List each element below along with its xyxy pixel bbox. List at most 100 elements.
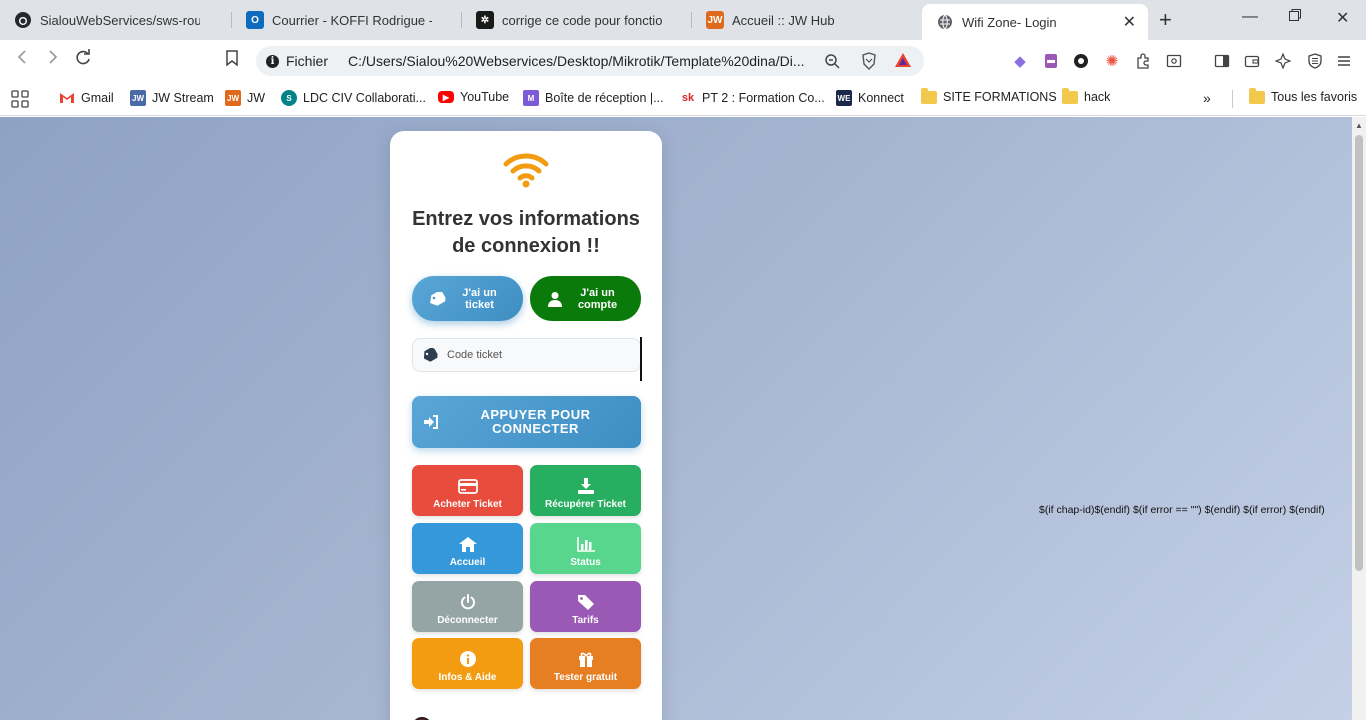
tab-strip: SialouWebServices/sws-routeros- O Courri… xyxy=(0,0,1366,40)
bar-chart-icon xyxy=(576,535,595,553)
more-bookmarks-icon[interactable]: » xyxy=(1203,90,1211,106)
sharepoint-icon: S xyxy=(281,90,297,106)
bookmark-youtube[interactable]: ▶ YouTube xyxy=(438,90,509,104)
buy-ticket-label: Acheter Ticket xyxy=(433,499,502,510)
ticket-mode-button[interactable]: J'ai un ticket xyxy=(412,276,523,321)
extensions-puzzle-icon[interactable] xyxy=(1134,52,1152,70)
page-viewport: Entrez vos informations de connexion !! … xyxy=(0,117,1352,720)
recover-ticket-button[interactable]: Récupérer Ticket xyxy=(530,465,641,516)
restore-button[interactable] xyxy=(1288,8,1302,22)
bookmark-formation[interactable]: sk PT 2 : Formation Co... xyxy=(680,90,825,106)
ticket-mode-label: J'ai un ticket xyxy=(462,286,497,311)
ticket-code-input[interactable] xyxy=(447,349,627,361)
tab-jw-hub[interactable]: JW Accueil :: JW Hub xyxy=(692,0,920,40)
chatgpt-icon: ✲ xyxy=(476,11,494,29)
bookmark-konnect[interactable]: WE Konnect xyxy=(836,90,904,106)
bookmark-label: Gmail xyxy=(81,91,114,105)
all-bookmarks-label: Tous les favoris xyxy=(1271,90,1358,104)
bookmark-ldc-civ[interactable]: S LDC CIV Collaborati... xyxy=(281,90,426,106)
tab-title: Courrier - KOFFI Rodrigue - Outlo xyxy=(272,12,432,28)
minimize-button[interactable]: — xyxy=(1242,8,1258,26)
konnect-icon: WE xyxy=(836,90,852,106)
download-icon xyxy=(577,477,595,495)
close-tab-icon[interactable]: ✕ xyxy=(1123,12,1136,32)
help-label: Infos & Aide xyxy=(438,672,497,683)
ticket-icon xyxy=(428,291,446,306)
gmail-icon xyxy=(59,90,75,106)
tab-wifi-zone[interactable]: Wifi Zone- Login ✕ xyxy=(922,4,1148,40)
scroll-up-icon[interactable]: ▲ xyxy=(1355,121,1363,130)
new-tab-button[interactable]: + xyxy=(1159,7,1172,33)
text-cursor xyxy=(640,337,642,381)
tab-title: Accueil :: JW Hub xyxy=(732,12,835,28)
vertical-scrollbar[interactable]: ▲ xyxy=(1352,117,1366,720)
scheme-label: Fichier xyxy=(286,53,329,69)
gift-icon xyxy=(578,650,594,668)
wallet-icon[interactable] xyxy=(1243,52,1261,70)
logout-button[interactable]: Déconnecter xyxy=(412,581,523,632)
account-mode-button[interactable]: J'ai un compte xyxy=(530,276,641,321)
extension-icon-1[interactable]: ◆ xyxy=(1011,52,1029,70)
folder-icon xyxy=(1062,87,1078,104)
all-bookmarks-folder[interactable]: Tous les favoris xyxy=(1249,87,1358,104)
bookmark-inbox[interactable]: M Boîte de réception |... xyxy=(523,90,664,106)
sk-icon: sk xyxy=(681,92,695,104)
bookmark-gmail[interactable]: Gmail xyxy=(59,90,114,106)
ticket-code-field[interactable] xyxy=(412,338,641,372)
outlook-icon: O xyxy=(246,11,264,29)
youtube-icon: ▶ xyxy=(438,91,454,103)
home-button[interactable]: Accueil xyxy=(412,523,523,574)
pricing-button[interactable]: Tarifs xyxy=(530,581,641,632)
sidebar-toggle-icon[interactable] xyxy=(1213,52,1231,70)
zoom-icon[interactable] xyxy=(824,53,840,69)
bookmark-hack[interactable]: hack xyxy=(1062,87,1110,104)
connect-button[interactable]: APPUYER POUR CONNECTER xyxy=(412,396,641,448)
back-button[interactable] xyxy=(14,49,30,65)
forward-button[interactable] xyxy=(45,49,61,65)
status-label: Status xyxy=(570,557,601,568)
login-card: Entrez vos informations de connexion !! … xyxy=(390,131,662,720)
jw-stream-icon: JW xyxy=(130,90,146,106)
bookmark-label: JW Stream xyxy=(152,91,214,105)
home-label: Accueil xyxy=(449,557,486,568)
extension-icon-3[interactable] xyxy=(1072,52,1090,70)
tab-github[interactable]: SialouWebServices/sws-routeros- xyxy=(0,0,230,40)
bookmark-site-formations[interactable]: SITE FORMATIONS xyxy=(921,87,1057,104)
connect-label: APPUYER POUR CONNECTER xyxy=(480,407,591,436)
bookmark-label: Konnect xyxy=(858,91,904,105)
leo-ai-icon[interactable] xyxy=(1274,52,1292,70)
tab-title: SialouWebServices/sws-routeros- xyxy=(40,12,200,28)
bookmark-jw[interactable]: JW JW xyxy=(225,90,265,106)
vpn-shield-icon[interactable] xyxy=(1306,52,1324,70)
folder-icon xyxy=(1249,87,1265,104)
free-trial-button[interactable]: Tester gratuit xyxy=(530,638,641,689)
status-button[interactable]: Status xyxy=(530,523,641,574)
sign-in-icon xyxy=(412,415,450,429)
recover-ticket-label: Récupérer Ticket xyxy=(545,499,626,510)
extension-pdf-icon[interactable] xyxy=(1042,52,1060,70)
bookmark-jw-stream[interactable]: JW JW Stream xyxy=(130,90,214,106)
tab-title: Wifi Zone- Login xyxy=(962,14,1057,30)
info-icon xyxy=(459,650,476,668)
url-text[interactable]: C:/Users/Sialou%20Webservices/Desktop/Mi… xyxy=(348,53,818,69)
buy-ticket-button[interactable]: Acheter Ticket xyxy=(412,465,523,516)
address-bar[interactable]: i Fichier C:/Users/Sialou%20Webservices/… xyxy=(256,46,924,76)
extension-icon-4[interactable]: ✺ xyxy=(1103,52,1121,70)
scrollbar-thumb[interactable] xyxy=(1355,135,1363,571)
jw-icon: JW xyxy=(225,90,241,106)
reload-button[interactable] xyxy=(74,49,92,67)
login-heading: Entrez vos informations de connexion !! xyxy=(412,208,640,257)
help-button[interactable]: Infos & Aide xyxy=(412,638,523,689)
menu-icon[interactable] xyxy=(1335,52,1353,70)
power-icon xyxy=(460,593,476,611)
bookmark-label: Boîte de réception |... xyxy=(545,91,664,105)
tab-chatgpt[interactable]: ✲ corrige ce code pour fonctionnel xyxy=(462,0,690,40)
apps-grid-icon[interactable] xyxy=(11,90,29,108)
brave-rewards-icon[interactable] xyxy=(894,52,912,68)
tab-search-icon[interactable] xyxy=(1165,52,1183,70)
tab-outlook[interactable]: O Courrier - KOFFI Rodrigue - Outlo xyxy=(232,0,460,40)
site-info-icon[interactable]: i xyxy=(266,54,279,68)
bookmark-page-icon[interactable] xyxy=(224,49,240,67)
close-window-button[interactable]: ✕ xyxy=(1336,8,1349,28)
brave-shield-icon[interactable] xyxy=(861,52,877,70)
